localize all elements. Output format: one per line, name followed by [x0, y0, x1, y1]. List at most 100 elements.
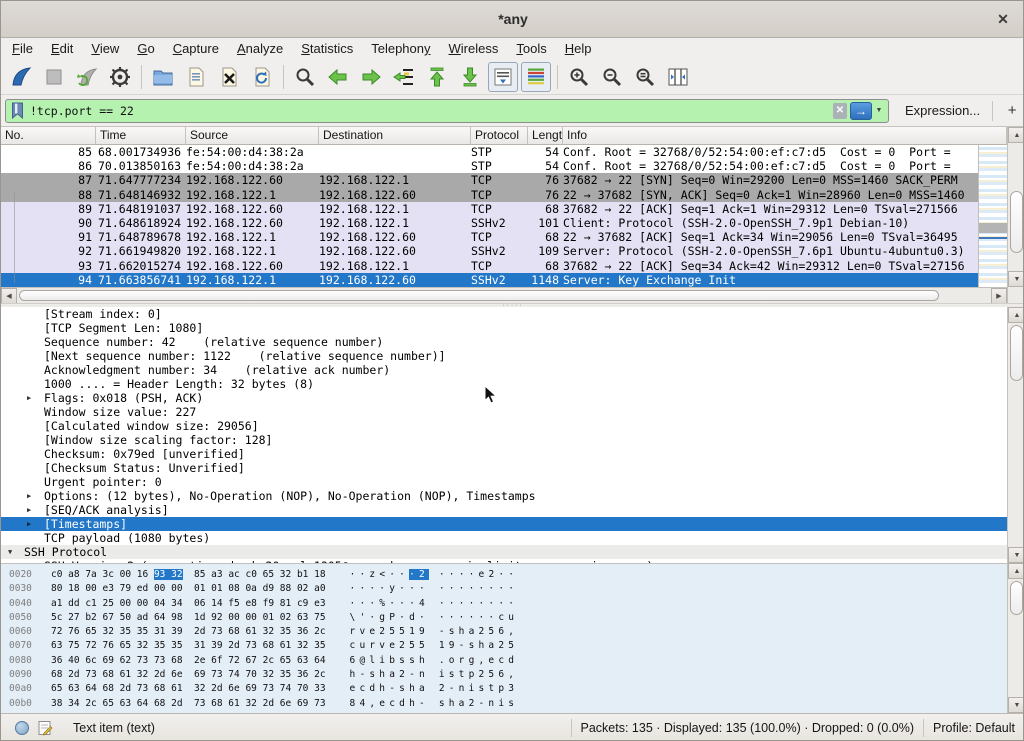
- menu-help[interactable]: Help: [556, 38, 601, 59]
- packet-row-91[interactable]: 9171.648789678192.168.122.1192.168.122.6…: [1, 230, 978, 244]
- packet-row-85[interactable]: 8568.001734936fe:54:00:d4:38:2aSTP54Conf…: [1, 145, 978, 159]
- detail-window-scaling[interactable]: [Window size scaling factor: 128]: [1, 433, 1007, 447]
- restart-capture-button[interactable]: [72, 62, 102, 92]
- close-button[interactable]: ✕: [993, 9, 1013, 29]
- menu-telephony[interactable]: Telephony: [362, 38, 439, 59]
- detail-flags[interactable]: ▶Flags: 0x018 (PSH, ACK): [1, 391, 1007, 405]
- find-packet-button[interactable]: [290, 62, 320, 92]
- menu-analyze[interactable]: Analyze: [228, 38, 292, 59]
- detail-ssh-protocol[interactable]: ▼SSH Protocol: [1, 545, 1007, 559]
- column-header-destination[interactable]: Destination: [319, 127, 471, 144]
- detail-sequence-number[interactable]: Sequence number: 42 (relative sequence n…: [1, 335, 1007, 349]
- menu-edit[interactable]: Edit: [42, 38, 82, 59]
- column-header-length[interactable]: Length: [528, 127, 563, 144]
- detail-options[interactable]: ▶Options: (12 bytes), No-Operation (NOP)…: [1, 489, 1007, 503]
- packet-row-88[interactable]: 8871.648146932192.168.122.1192.168.122.6…: [1, 188, 978, 202]
- reload-file-button[interactable]: [247, 62, 277, 92]
- start-capture-button[interactable]: [6, 62, 36, 92]
- detail-tcp-payload[interactable]: TCP payload (1080 bytes): [1, 531, 1007, 545]
- detail-header-length[interactable]: 1000 .... = Header Length: 32 bytes (8): [1, 377, 1007, 391]
- go-to-packet-button[interactable]: [389, 62, 419, 92]
- hex-row[interactable]: 009068 2d 73 68 61 32 2d 6e 69 73 74 70 …: [1, 668, 1024, 682]
- zoom-in-button[interactable]: [564, 62, 594, 92]
- zoom-out-button[interactable]: [597, 62, 627, 92]
- capture-comment-icon[interactable]: [37, 720, 53, 736]
- packet-list-vscrollbar[interactable]: ▲ ▼: [1007, 127, 1024, 303]
- column-header-protocol[interactable]: Protocol: [471, 127, 528, 144]
- packet-list-vscroll-thumb[interactable]: [1010, 191, 1023, 253]
- scroll-left-button[interactable]: ◀: [1, 288, 17, 304]
- hex-row[interactable]: 007063 75 72 76 65 32 35 35 31 39 2d 73 …: [1, 639, 1024, 653]
- detail-checksum[interactable]: Checksum: 0x79ed [unverified]: [1, 447, 1007, 461]
- intelligent-scrollbar-minimap[interactable]: [978, 145, 1007, 287]
- menu-file[interactable]: File: [3, 38, 42, 59]
- collapse-arrow-icon[interactable]: ▼: [8, 545, 22, 559]
- packet-row-89[interactable]: 8971.648191037192.168.122.60192.168.122.…: [1, 202, 978, 216]
- packet-row-92[interactable]: 9271.661949820192.168.122.1192.168.122.6…: [1, 244, 978, 258]
- expert-info-icon[interactable]: [15, 721, 29, 735]
- hex-row[interactable]: 00b038 34 2c 65 63 64 68 2d 73 68 61 32 …: [1, 697, 1024, 711]
- detail-next-sequence-number[interactable]: [Next sequence number: 1122 (relative se…: [1, 349, 1007, 363]
- menu-view[interactable]: View: [82, 38, 128, 59]
- scroll-down-button[interactable]: ▼: [1008, 697, 1024, 713]
- detail-ack-number[interactable]: Acknowledgment number: 34 (relative ack …: [1, 363, 1007, 377]
- hex-vscroll-thumb[interactable]: [1010, 581, 1023, 615]
- column-header-time[interactable]: Time: [96, 127, 186, 144]
- hex-row[interactable]: 0040a1 dd c1 25 00 00 04 34 06 14 f5 e8 …: [1, 597, 1024, 611]
- hex-row[interactable]: 008036 40 6c 69 62 73 73 68 2e 6f 72 67 …: [1, 654, 1024, 668]
- go-last-packet-button[interactable]: [455, 62, 485, 92]
- hex-row[interactable]: 00505c 27 b2 67 50 ad 64 98 1d 92 00 00 …: [1, 611, 1024, 625]
- hex-row[interactable]: 00a065 63 64 68 2d 73 68 61 32 2d 6e 69 …: [1, 682, 1024, 696]
- close-file-button[interactable]: [214, 62, 244, 92]
- menu-go[interactable]: Go: [128, 38, 163, 59]
- colorize-toggle[interactable]: [521, 62, 551, 92]
- packet-row-94-selected[interactable]: 9471.663856741192.168.122.1192.168.122.6…: [1, 273, 978, 287]
- profile-label[interactable]: Profile: Default: [933, 721, 1015, 735]
- packet-row-86[interactable]: 8670.013850163fe:54:00:d4:38:2aSTP54Conf…: [1, 159, 978, 173]
- apply-filter-button[interactable]: →: [850, 102, 872, 120]
- detail-segment-len[interactable]: [TCP Segment Len: 1080]: [1, 321, 1007, 335]
- menu-tools[interactable]: Tools: [507, 38, 555, 59]
- go-forward-button[interactable]: [356, 62, 386, 92]
- go-first-packet-button[interactable]: [422, 62, 452, 92]
- filter-bookmark-icon[interactable]: [10, 102, 25, 119]
- packet-row-90[interactable]: 9071.648618924192.168.122.60192.168.122.…: [1, 216, 978, 230]
- packet-row-93[interactable]: 9371.662015274192.168.122.60192.168.122.…: [1, 259, 978, 273]
- detail-checksum-status[interactable]: [Checksum Status: Unverified]: [1, 461, 1007, 475]
- zoom-original-button[interactable]: [630, 62, 660, 92]
- open-file-button[interactable]: [148, 62, 178, 92]
- save-file-button[interactable]: [181, 62, 211, 92]
- add-filter-button[interactable]: +: [1003, 102, 1021, 119]
- menu-capture[interactable]: Capture: [164, 38, 228, 59]
- packet-list-hscroll-thumb[interactable]: [19, 290, 939, 301]
- capture-options-button[interactable]: [105, 62, 135, 92]
- expand-arrow-icon[interactable]: ▶: [27, 503, 41, 517]
- detail-seq-ack-analysis[interactable]: ▶[SEQ/ACK analysis]: [1, 503, 1007, 517]
- scroll-down-button[interactable]: ▼: [1008, 547, 1024, 563]
- expand-arrow-icon[interactable]: ▶: [27, 517, 41, 531]
- resize-columns-button[interactable]: [663, 62, 693, 92]
- scroll-up-button[interactable]: ▲: [1008, 563, 1024, 579]
- expand-arrow-icon[interactable]: ▶: [27, 489, 41, 503]
- go-back-button[interactable]: [323, 62, 353, 92]
- hex-row[interactable]: 006072 76 65 32 35 35 31 39 2d 73 68 61 …: [1, 625, 1024, 639]
- packet-list-hscrollbar[interactable]: ◀ ▶: [1, 287, 1007, 303]
- detail-window-size[interactable]: Window size value: 227: [1, 405, 1007, 419]
- display-filter-input[interactable]: !tcp.port == 22 ✕ → ▼: [5, 99, 889, 123]
- titlebar[interactable]: *any ✕: [1, 1, 1024, 38]
- detail-timestamps-selected[interactable]: ▶[Timestamps]: [1, 517, 1007, 531]
- hex-row[interactable]: 0020c0 a8 7a 3c 00 16 93 32 85 a3 ac c0 …: [1, 568, 1024, 582]
- clear-filter-button[interactable]: ✕: [833, 103, 847, 119]
- hex-row[interactable]: 003080 18 00 e3 79 ed 00 00 01 01 08 0a …: [1, 582, 1024, 596]
- details-vscrollbar[interactable]: ▲ ▼: [1007, 307, 1024, 563]
- menu-wireless[interactable]: Wireless: [440, 38, 508, 59]
- stop-capture-button[interactable]: [39, 62, 69, 92]
- scroll-down-button[interactable]: ▼: [1008, 271, 1024, 287]
- detail-urgent-pointer[interactable]: Urgent pointer: 0: [1, 475, 1007, 489]
- column-header-info[interactable]: Info: [563, 127, 1007, 144]
- packet-row-87[interactable]: 8771.647777234192.168.122.60192.168.122.…: [1, 173, 978, 187]
- column-header-source[interactable]: Source: [186, 127, 319, 144]
- auto-scroll-toggle[interactable]: [488, 62, 518, 92]
- hex-vscrollbar[interactable]: ▲ ▼: [1007, 563, 1024, 713]
- column-header-no[interactable]: No.: [1, 127, 96, 144]
